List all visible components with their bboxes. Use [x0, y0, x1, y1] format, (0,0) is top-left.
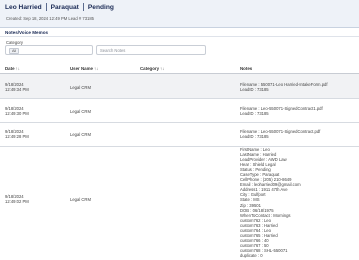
- row-user: Legal CRM: [70, 109, 91, 114]
- section-title: Notes/Voice Memos: [5, 30, 49, 35]
- notes-column-label: Notes: [240, 66, 253, 71]
- row-time: 12:49:34 PM: [5, 87, 29, 92]
- row-time: 12:49:02 PM: [5, 199, 29, 204]
- row-user: Legal CRM: [70, 85, 91, 90]
- row-user: Legal CRM: [70, 197, 91, 202]
- sort-icon[interactable]: ↑↓: [16, 66, 20, 71]
- case-type: Paraquat: [50, 3, 79, 11]
- table-row[interactable]: 9/18/2024 12:49:02 PM Legal CRM FirstNam…: [0, 147, 359, 260]
- category-column-label: Category: [140, 66, 160, 71]
- category-filter-select[interactable]: All: [5, 45, 93, 55]
- lead-header: Leo Harried Paraquat Pending Created: Se…: [0, 0, 359, 28]
- search-notes-input[interactable]: [97, 46, 205, 54]
- row-time: 12:49:28 PM: [5, 134, 29, 139]
- created-info: Created: Sep 18, 2024 12:49 PM Lead # 73…: [6, 16, 95, 21]
- date-column-label: Date: [5, 66, 15, 71]
- notes-column-header: Notes: [240, 66, 252, 71]
- title-divider: [82, 3, 84, 11]
- row-notes: FirstName : Leo LastName : Harried LeadP…: [240, 147, 301, 258]
- row-notes: Filename : 550071-Leo Harried-IntakeForm…: [240, 82, 328, 93]
- title-divider: [45, 3, 47, 11]
- notes-section-header: Notes/Voice Memos: [0, 29, 359, 37]
- lead-status: Pending: [87, 3, 114, 11]
- row-user: Legal CRM: [70, 132, 91, 137]
- row-notes: Filename : Leo-550071-SignedContract1.pd…: [240, 106, 323, 117]
- search-notes-box[interactable]: [96, 45, 206, 55]
- lead-name: Leo Harried: [5, 3, 42, 11]
- notes-table-header: Date↑↓ User Name↑↓ Category↑↓ Notes: [0, 63, 359, 74]
- category-filter-value[interactable]: All: [9, 47, 20, 54]
- table-row[interactable]: 9/18/2024 12:49:28 PM Legal CRM Filename…: [0, 123, 359, 147]
- sort-icon[interactable]: ↑↓: [160, 66, 164, 71]
- sort-icon[interactable]: ↑↓: [94, 66, 98, 71]
- row-notes: Filename : Leo-550071-SignedContract.pdf…: [240, 129, 321, 140]
- user-column-header[interactable]: User Name↑↓: [70, 66, 98, 71]
- date-column-header[interactable]: Date↑↓: [5, 66, 20, 71]
- lead-title-bar: Leo Harried Paraquat Pending: [5, 3, 114, 11]
- table-row[interactable]: 9/18/2024 12:49:30 PM Legal CRM Filename…: [0, 99, 359, 123]
- user-column-label: User Name: [70, 66, 93, 71]
- row-time: 12:49:30 PM: [5, 111, 29, 116]
- table-row[interactable]: 9/18/2024 12:49:34 PM Legal CRM Filename…: [0, 74, 359, 99]
- category-column-header[interactable]: Category↑↓: [140, 66, 164, 71]
